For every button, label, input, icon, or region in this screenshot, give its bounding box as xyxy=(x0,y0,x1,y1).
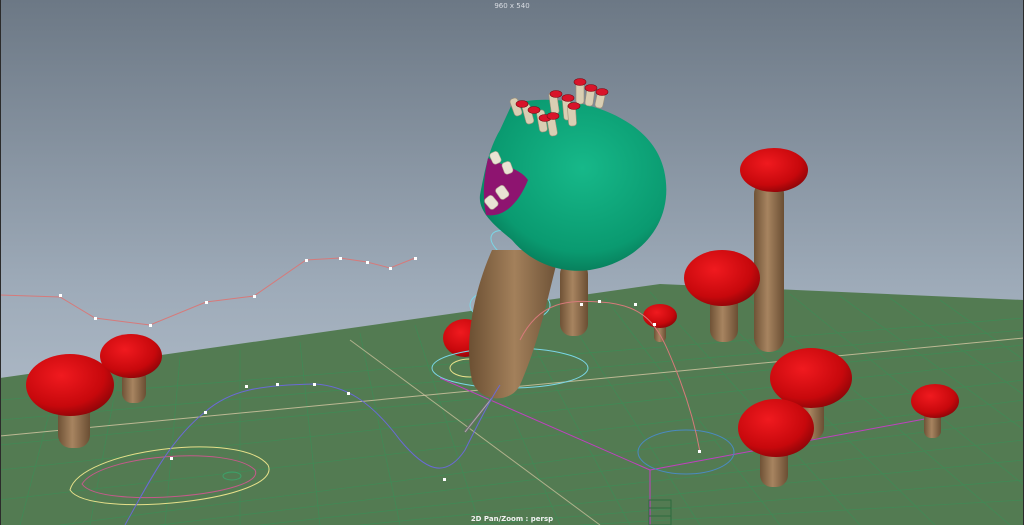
camera-status-label: 2D Pan/Zoom : persp xyxy=(470,515,554,523)
scene-canvas[interactable] xyxy=(0,0,1024,525)
3d-viewport[interactable]: 960 x 540 2D Pan/Zoom : persp xyxy=(0,0,1024,525)
mushroom-behind-neck[interactable] xyxy=(560,262,588,336)
resolution-gate-label: 960 x 540 xyxy=(494,2,530,10)
